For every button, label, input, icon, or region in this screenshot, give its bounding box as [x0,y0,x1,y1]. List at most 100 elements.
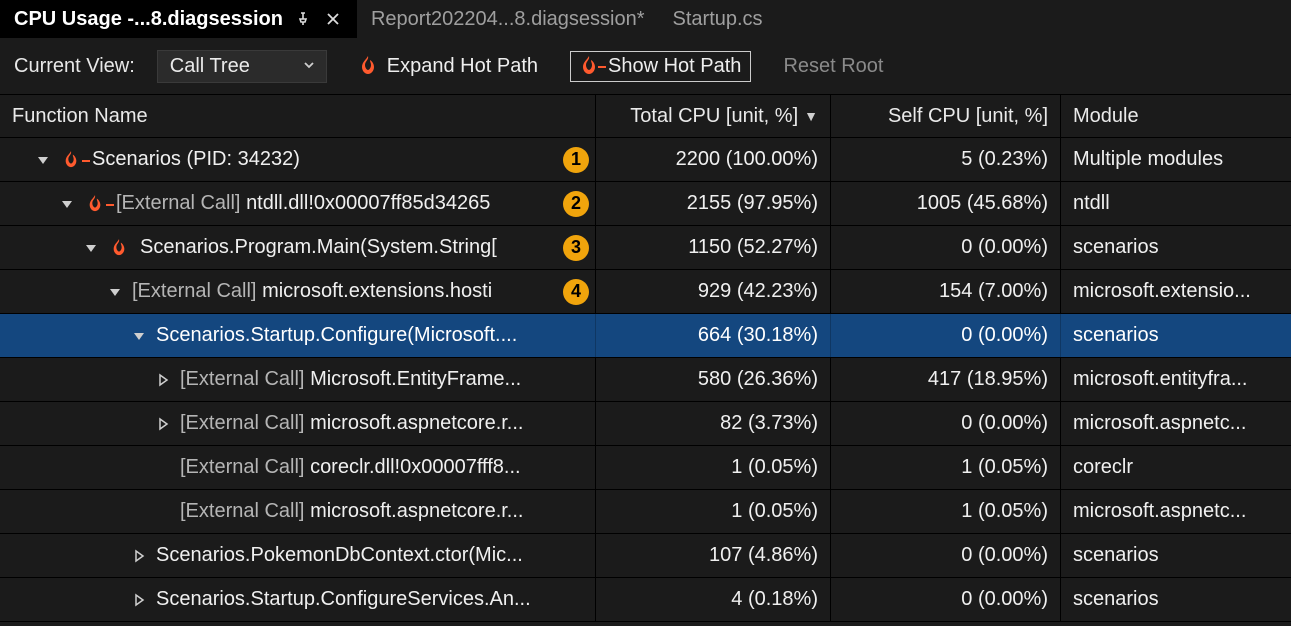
total-cpu-cell: 1150 (52.27%) [595,226,830,269]
self-cpu-cell: 0 (0.00%) [830,314,1060,357]
function-name: [External Call] microsoft.extensions.hos… [132,280,547,303]
flame-icon [108,239,130,257]
show-hot-path-button[interactable]: Show Hot Path [570,51,751,82]
total-cpu-cell: 929 (42.23%) [595,270,830,313]
tab-bar: CPU Usage -...8.diagsession Report202204… [0,0,1291,38]
function-name-cell: [External Call] ntdll.dll!0x00007ff85d34… [0,182,595,225]
function-name: Scenarios.PokemonDbContext.ctor(Mic... [156,544,589,567]
function-name-cell: [External Call] coreclr.dll!0x00007fff8.… [0,446,595,489]
total-cpu-cell: 580 (26.36%) [595,358,830,401]
grid-header: Function Name Total CPU [unit, %] ▼ Self… [0,94,1291,138]
callout-badge: 4 [563,279,589,305]
expand-icon[interactable] [156,417,170,431]
tab-label: Report202204...8.diagsession* [371,8,645,31]
self-cpu-cell: 1 (0.05%) [830,490,1060,533]
function-name-cell: [External Call] microsoft.aspnetcore.r..… [0,490,595,533]
tab-cpu-usage[interactable]: CPU Usage -...8.diagsession [0,0,357,38]
callout-badge: 3 [563,235,589,261]
table-row[interactable]: [External Call] coreclr.dll!0x00007fff8.… [0,446,1291,490]
view-select-value: Call Tree [170,55,250,78]
total-cpu-cell: 2200 (100.00%) [595,138,830,181]
total-cpu-cell: 107 (4.86%) [595,534,830,577]
expander-placeholder [156,461,170,475]
flame-right-icon [580,56,598,76]
function-name: Scenarios.Program.Main(System.String[ [140,236,547,259]
expander-placeholder [156,505,170,519]
module-cell: scenarios [1060,534,1291,577]
self-cpu-cell: 0 (0.00%) [830,534,1060,577]
table-row[interactable]: [External Call] microsoft.extensions.hos… [0,270,1291,314]
show-hot-path-label: Show Hot Path [608,55,741,78]
expand-icon[interactable] [156,373,170,387]
self-cpu-cell: 1005 (45.68%) [830,182,1060,225]
expand-collapse-icon[interactable] [132,329,146,343]
module-cell: scenarios [1060,226,1291,269]
reset-root-label: Reset Root [783,55,883,78]
table-row[interactable]: Scenarios (PID: 34232) 12200 (100.00%)5 (… [0,138,1291,182]
flame-icon [359,56,377,76]
self-cpu-cell: 154 (7.00%) [830,270,1060,313]
function-name-cell: Scenarios (PID: 34232) 1 [0,138,595,181]
current-view-label: Current View: [14,55,135,78]
function-name-cell: [External Call] Microsoft.EntityFrame... [0,358,595,401]
function-name-cell: Scenarios.PokemonDbContext.ctor(Mic... [0,534,595,577]
module-cell: microsoft.entityfra... [1060,358,1291,401]
table-row[interactable]: Scenarios.Program.Main(System.String[ 311… [0,226,1291,270]
col-function-name[interactable]: Function Name [0,95,595,137]
function-name-cell: [External Call] microsoft.aspnetcore.r..… [0,402,595,445]
view-select[interactable]: Call Tree [157,50,327,83]
function-name: Scenarios.Startup.ConfigureServices.An..… [156,588,589,611]
function-name-cell: Scenarios.Program.Main(System.String[ 3 [0,226,595,269]
callout-badge: 2 [563,191,589,217]
function-name-cell: Scenarios.Startup.ConfigureServices.An..… [0,578,595,621]
expand-hot-path-button[interactable]: Expand Hot Path [349,51,548,82]
chevron-down-icon [302,55,316,78]
table-row[interactable]: [External Call] microsoft.aspnetcore.r..… [0,402,1291,446]
total-cpu-cell: 1 (0.05%) [595,490,830,533]
module-cell: coreclr [1060,446,1291,489]
module-cell: ntdll [1060,182,1291,225]
col-module[interactable]: Module [1060,95,1291,137]
toolbar: Current View: Call Tree Expand Hot Path … [0,38,1291,94]
module-cell: microsoft.aspnetc... [1060,490,1291,533]
tab-report[interactable]: Report202204...8.diagsession* [357,0,659,38]
function-name-cell: Scenarios.Startup.Configure(Microsoft...… [0,314,595,357]
table-row[interactable]: [External Call] Microsoft.EntityFrame...… [0,358,1291,402]
table-row[interactable]: Scenarios.Startup.ConfigureServices.An..… [0,578,1291,622]
function-name: [External Call] coreclr.dll!0x00007fff8.… [180,456,589,479]
close-icon[interactable] [323,9,343,29]
expand-collapse-icon[interactable] [84,241,98,255]
function-name: Scenarios (PID: 34232) [92,148,547,171]
self-cpu-cell: 0 (0.00%) [830,402,1060,445]
table-row[interactable]: [External Call] ntdll.dll!0x00007ff85d34… [0,182,1291,226]
expand-icon[interactable] [132,549,146,563]
table-row[interactable]: Scenarios.PokemonDbContext.ctor(Mic... 10… [0,534,1291,578]
table-row[interactable]: [External Call] microsoft.aspnetcore.r..… [0,490,1291,534]
module-cell: Multiple modules [1060,138,1291,181]
table-row[interactable]: Scenarios.Startup.Configure(Microsoft...… [0,314,1291,358]
total-cpu-cell: 664 (30.18%) [595,314,830,357]
tab-startup[interactable]: Startup.cs [659,0,777,38]
tab-label: CPU Usage -...8.diagsession [14,8,283,31]
function-name: [External Call] microsoft.aspnetcore.r..… [180,412,589,435]
col-total-cpu[interactable]: Total CPU [unit, %] ▼ [595,95,830,137]
expand-collapse-icon[interactable] [60,197,74,211]
self-cpu-cell: 417 (18.95%) [830,358,1060,401]
self-cpu-cell: 0 (0.00%) [830,226,1060,269]
callout-badge: 1 [563,147,589,173]
self-cpu-cell: 0 (0.00%) [830,578,1060,621]
total-cpu-cell: 4 (0.18%) [595,578,830,621]
expand-collapse-icon[interactable] [108,285,122,299]
pin-icon[interactable] [293,9,313,29]
col-self-cpu[interactable]: Self CPU [unit, %] [830,95,1060,137]
function-name: [External Call] ntdll.dll!0x00007ff85d34… [116,192,547,215]
function-name: [External Call] Microsoft.EntityFrame... [180,368,589,391]
flame-right-icon [84,195,106,213]
expand-collapse-icon[interactable] [36,153,50,167]
self-cpu-cell: 5 (0.23%) [830,138,1060,181]
expand-icon[interactable] [132,593,146,607]
flame-right-icon [60,151,82,169]
total-cpu-cell: 1 (0.05%) [595,446,830,489]
reset-root-button[interactable]: Reset Root [773,51,893,82]
module-cell: microsoft.aspnetc... [1060,402,1291,445]
